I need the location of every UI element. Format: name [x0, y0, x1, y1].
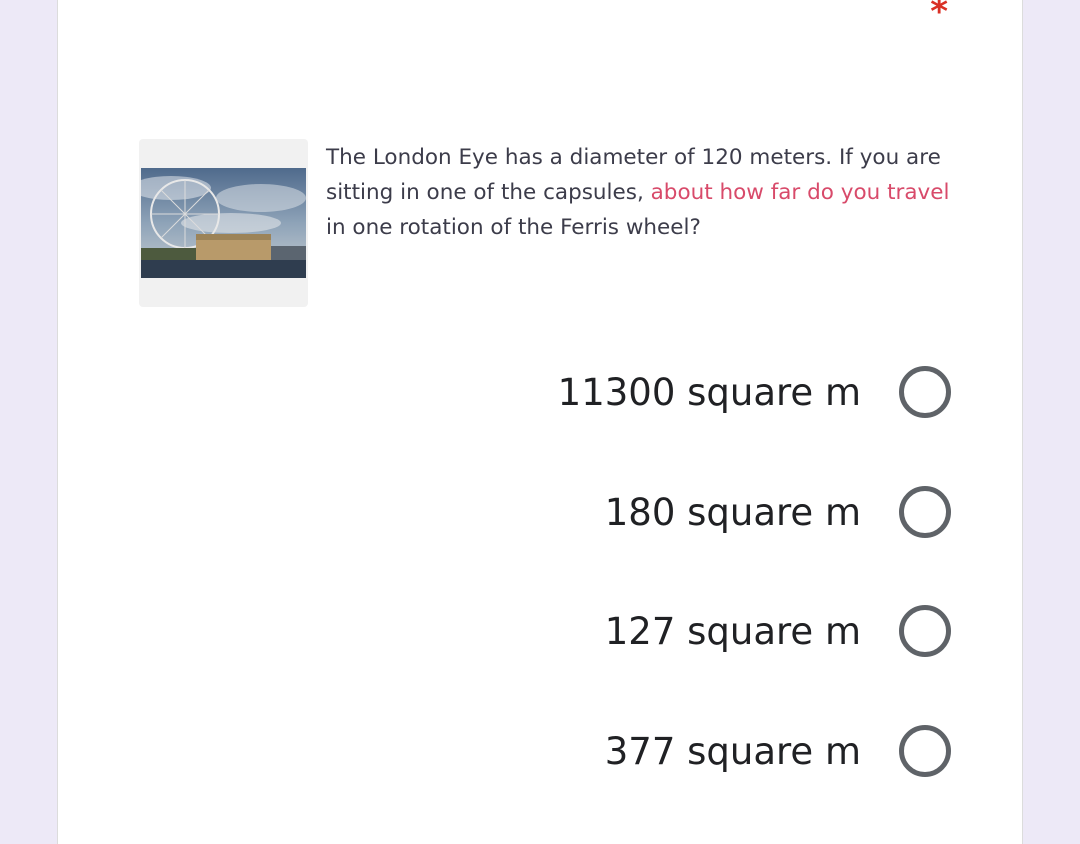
option-2[interactable]: 180 square m: [605, 482, 951, 542]
radio-button[interactable]: [899, 605, 951, 657]
option-4[interactable]: 377 square m: [605, 721, 951, 781]
radio-button[interactable]: [899, 366, 951, 418]
london-eye-photo-icon: [141, 168, 306, 278]
question-card: * The London Eye has a diameter of 120 m…: [57, 0, 1023, 844]
radio-button[interactable]: [899, 486, 951, 538]
radio-button[interactable]: [899, 725, 951, 777]
option-label: 11300 square m: [557, 370, 861, 414]
london-eye-image: [139, 139, 308, 307]
option-label: 180 square m: [604, 490, 861, 534]
option-label: 127 square m: [604, 609, 861, 653]
question-text-part2: in one rotation of the Ferris wheel?: [326, 215, 701, 240]
question-text-highlight: about how far do you travel: [650, 180, 950, 205]
option-1[interactable]: 11300 square m: [558, 362, 951, 422]
option-label: 377 square m: [604, 729, 861, 773]
option-3[interactable]: 127 square m: [605, 601, 951, 661]
required-marker: *: [930, 0, 948, 32]
question-text: The London Eye has a diameter of 120 met…: [326, 140, 956, 245]
